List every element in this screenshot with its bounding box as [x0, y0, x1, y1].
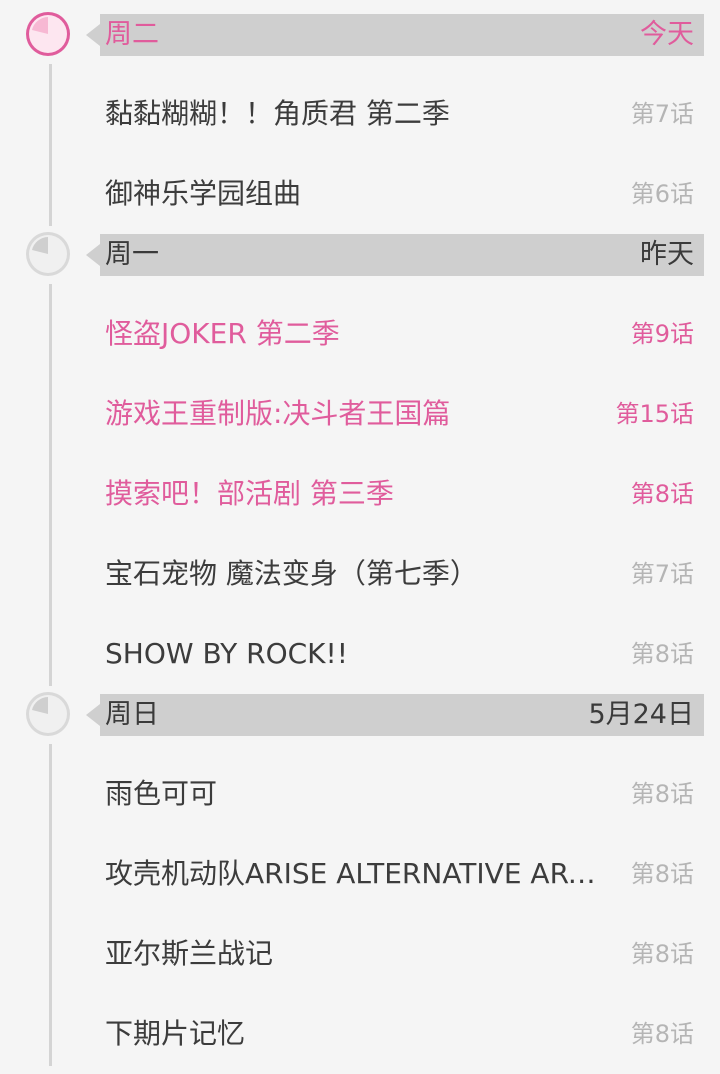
anime-title: 下期片记忆 [105, 1017, 246, 1050]
anime-list-item[interactable]: 怪盗JOKER 第二季 第9话 [0, 294, 720, 374]
anime-list-item[interactable]: 御神乐学园组曲 第6话 [0, 154, 720, 234]
anime-title: SHOW BY ROCK!! [105, 637, 348, 670]
anime-list-item[interactable]: 下期片记忆 第8话 [0, 994, 720, 1074]
episode-label: 第8话 [630, 640, 694, 668]
episode-label: 第8话 [630, 860, 694, 888]
anime-list-item[interactable]: 摸索吧！部活剧 第三季 第8话 [0, 454, 720, 534]
anime-title: 攻壳机动队ARISE ALTERNATIVE ARCHITECTURE [105, 857, 615, 890]
anime-list-item[interactable]: 亚尔斯兰战记 第8话 [0, 914, 720, 994]
day-header: 周一 昨天 [0, 232, 720, 278]
anime-title: 御神乐学园组曲 [105, 177, 302, 210]
header-pointer [86, 24, 100, 46]
clock-icon [26, 12, 70, 56]
anime-title: 雨色可可 [105, 777, 218, 810]
episode-label: 第9话 [630, 320, 694, 348]
date-label: 昨天 [640, 239, 694, 270]
clock-icon [26, 232, 70, 276]
date-label: 5月24日 [588, 699, 694, 730]
anime-title: 游戏王重制版:决斗者王国篇 [105, 397, 451, 430]
episode-label: 第8话 [630, 480, 694, 508]
anime-list-item[interactable]: 攻壳机动队ARISE ALTERNATIVE ARCHITECTURE 第8话 [0, 834, 720, 914]
anime-list-item[interactable]: 宝石宠物 魔法变身（第七季） 第7话 [0, 534, 720, 614]
timeline-list: 周二 今天 黏黏糊糊！！角质君 第二季 第7话 御神乐学园组曲 第6话 周一 昨天 怪盗JOKE… [0, 0, 720, 1066]
day-label: 周一 [105, 239, 159, 270]
day-label: 周日 [105, 699, 159, 730]
day-header-bar [100, 234, 704, 276]
anime-title: 黏黏糊糊！！角质君 第二季 [105, 97, 450, 130]
day-header-bar [100, 14, 704, 56]
episode-label: 第6话 [630, 180, 694, 208]
anime-list-item[interactable]: SHOW BY ROCK!! 第8话 [0, 614, 720, 694]
anime-title: 怪盗JOKER 第二季 [105, 317, 340, 350]
day-header: 周日 5月24日 [0, 692, 720, 738]
anime-list-item[interactable]: 雨色可可 第8话 [0, 754, 720, 834]
episode-label: 第7话 [630, 560, 694, 588]
date-label: 今天 [640, 19, 694, 50]
anime-title: 亚尔斯兰战记 [105, 937, 274, 970]
anime-list-item[interactable]: 黏黏糊糊！！角质君 第二季 第7话 [0, 74, 720, 154]
episode-label: 第7话 [630, 100, 694, 128]
anime-title: 摸索吧！部活剧 第三季 [105, 477, 394, 510]
day-header: 周二 今天 [0, 12, 720, 58]
clock-icon [26, 692, 70, 736]
day-label: 周二 [105, 19, 159, 50]
episode-label: 第8话 [630, 780, 694, 808]
episode-label: 第8话 [630, 940, 694, 968]
clock-hand-icon [32, 17, 48, 34]
anime-list-item[interactable]: 游戏王重制版:决斗者王国篇 第15话 [0, 374, 720, 454]
episode-label: 第8话 [630, 1020, 694, 1048]
clock-hand-icon [32, 697, 48, 714]
episode-label: 第15话 [615, 400, 694, 428]
clock-hand-icon [32, 237, 48, 254]
anime-title: 宝石宠物 魔法变身（第七季） [105, 557, 478, 590]
header-pointer [86, 244, 100, 266]
header-pointer [86, 704, 100, 726]
